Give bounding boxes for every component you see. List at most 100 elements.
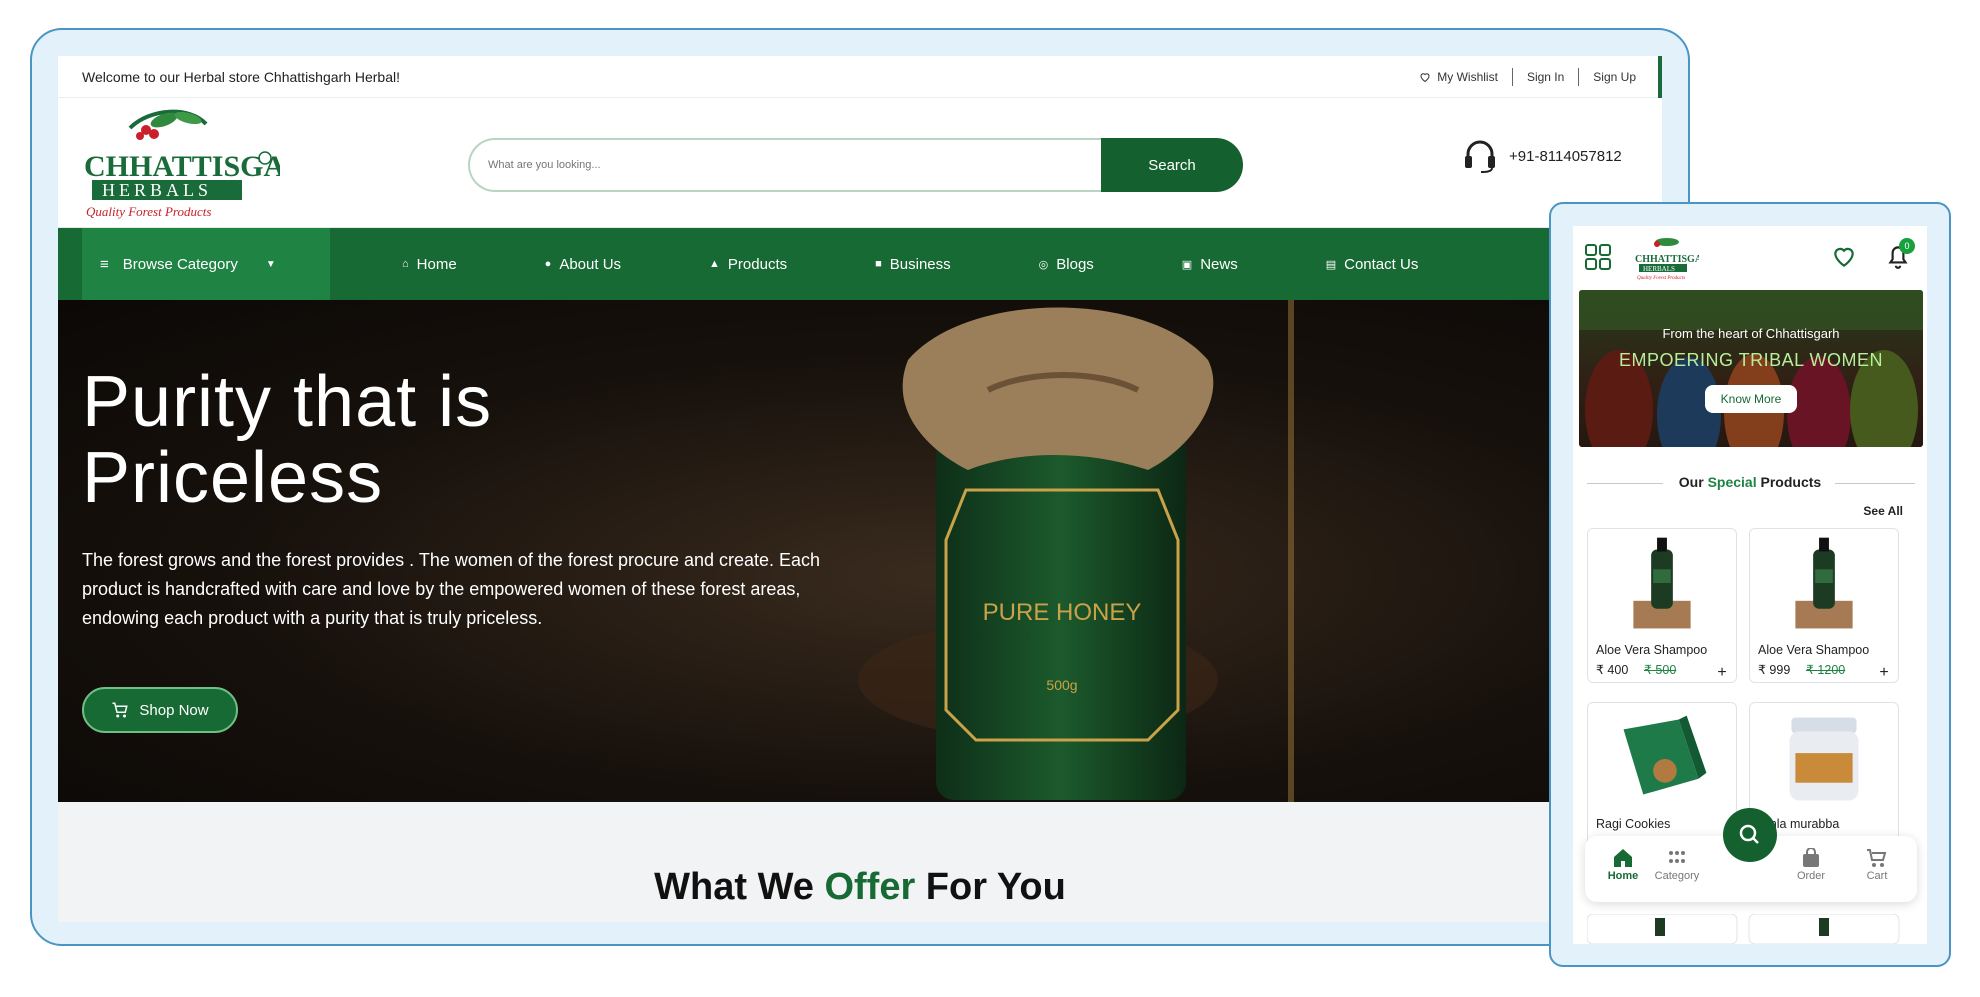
site-header: CHHATTISGARH HERBALS Quality Forest Prod… — [58, 98, 1662, 228]
products-icon: ▲ — [709, 258, 720, 270]
brand-logo[interactable]: CHHATTISGARH HERBALS Quality Forest Prod… — [80, 106, 330, 222]
account-links: My Wishlist Sign In Sign Up — [1419, 68, 1636, 86]
nav-item-contact[interactable]: ▤ Contact Us — [1282, 256, 1463, 273]
heart-icon — [1420, 73, 1430, 83]
top-bar: Welcome to our Herbal store Chhattishgar… — [58, 56, 1662, 128]
amla-murabba-image — [1789, 717, 1859, 801]
tab-label: Order — [1796, 870, 1826, 882]
nav-item-products[interactable]: ▲ Products — [665, 256, 831, 273]
banner-title: EMPOERING TRIBAL WOMEN — [1618, 350, 1884, 370]
see-all-link[interactable]: See All — [1863, 504, 1903, 518]
wishlist-icon[interactable] — [1831, 244, 1857, 270]
bag-icon — [1803, 848, 1819, 867]
nav-item-home[interactable]: ⌂ Home — [358, 256, 501, 273]
nav-label: Business — [889, 255, 951, 273]
special-highlight: Special — [1707, 474, 1757, 490]
product-price: ₹ 999 — [1758, 663, 1791, 677]
wishlist-label: My Wishlist — [1437, 70, 1498, 84]
product-card[interactable]: Ragi Cookies — [1587, 702, 1737, 852]
search-button[interactable]: Search — [1101, 138, 1243, 192]
wishlist-link[interactable]: My Wishlist — [1419, 70, 1498, 84]
cart-icon — [1867, 849, 1887, 867]
headset-icon — [1465, 140, 1495, 173]
mobile-app: CHHATTISGARH HERBALS Quality Forest Prod… — [1573, 226, 1927, 944]
more-products-peek — [1587, 914, 1900, 944]
notification-button[interactable]: 0 — [1885, 238, 1915, 270]
nav-item-about[interactable]: ● About Us — [501, 256, 665, 273]
product-price: ₹ 400 — [1596, 663, 1629, 677]
nav-menu: ⌂ Home ● About Us ▲ Products ■ Business ◎ Blo… — [358, 256, 1462, 273]
browse-category-button[interactable]: ≡ Browse Category ▼ — [82, 228, 330, 300]
hero-title-line2: Priceless — [82, 438, 384, 518]
know-more-button[interactable]: Know More — [1705, 385, 1797, 413]
mobile-hero-banner: From the heart of Chhattisgarh EMPOERING… — [1579, 290, 1923, 447]
divider — [1578, 68, 1580, 86]
menu-icon: ≡ — [100, 255, 109, 273]
nav-item-blogs[interactable]: ◎ Blogs — [995, 256, 1138, 273]
tab-label: Home — [1607, 870, 1639, 882]
nav-label: Blogs — [1056, 255, 1094, 273]
business-icon: ■ — [875, 258, 882, 270]
nav-label: About Us — [559, 255, 622, 273]
blog-icon: ◎ — [1038, 258, 1049, 271]
logo-line1: CHHATTISGARH — [84, 150, 280, 183]
offer-pre: What We — [654, 866, 825, 908]
search-input[interactable] — [468, 138, 1101, 192]
shop-now-button[interactable]: Shop Now — [82, 687, 238, 733]
mobile-logo-tagline: Quality Forest Products — [1637, 276, 1685, 280]
contact-icon: ▤ — [1325, 258, 1337, 271]
tab-order[interactable]: Order — [1781, 848, 1841, 882]
nav-label: Products — [727, 255, 788, 273]
tab-cart[interactable]: Cart — [1847, 848, 1907, 882]
special-products-heading: Our Special Products — [1573, 474, 1927, 490]
divider — [1835, 483, 1915, 484]
mobile-logo-line2: HERBALS — [1643, 265, 1675, 273]
offer-section: What We Offer For You — [58, 802, 1662, 922]
offer-highlight: Offer — [824, 866, 916, 908]
info-icon: ● — [544, 258, 552, 270]
tab-home[interactable]: Home — [1593, 848, 1653, 882]
mobile-brand-logo[interactable]: CHHATTISGARH HERBALS Quality Forest Prod… — [1633, 234, 1699, 280]
nav-label: Home — [416, 255, 457, 273]
tab-label: Category — [1654, 870, 1700, 882]
ragi-cookies-image — [1623, 715, 1707, 795]
hero-description: The forest grows and the forest provides… — [82, 550, 821, 628]
cart-icon — [112, 702, 129, 718]
jar-weight: 500g — [1046, 677, 1077, 693]
offer-post: For You — [915, 866, 1066, 908]
shampoo-image — [1633, 537, 1691, 629]
grid-menu-icon[interactable] — [1585, 244, 1611, 270]
phone-contact[interactable]: +91-8114057812 — [1463, 138, 1622, 174]
product-name: Aloe Vera Shampoo — [1758, 643, 1870, 657]
product-name: Aloe Vera Shampoo — [1596, 643, 1708, 657]
news-icon: ▣ — [1181, 258, 1193, 271]
special-post: Products — [1756, 474, 1822, 490]
add-to-cart-plus-icon[interactable]: + — [1712, 663, 1732, 682]
shampoo-image — [1795, 537, 1853, 629]
tab-category[interactable]: Category — [1647, 848, 1707, 882]
nav-item-business[interactable]: ■ Business — [831, 256, 995, 273]
search-fab-button[interactable] — [1723, 808, 1777, 862]
home-icon: ⌂ — [402, 258, 409, 270]
signin-link[interactable]: Sign In — [1527, 70, 1564, 84]
signup-link[interactable]: Sign Up — [1593, 70, 1636, 84]
home-icon — [1614, 849, 1632, 867]
search-bar: Search — [468, 138, 1243, 192]
phone-number: +91-8114057812 — [1509, 147, 1622, 165]
mobile-preview-frame: CHHATTISGARH HERBALS Quality Forest Prod… — [1549, 202, 1951, 967]
product-old-price: ₹ 1200 — [1806, 663, 1846, 677]
honey-jar-image: PURE HONEY 500g — [858, 300, 1294, 802]
nav-label: News — [1200, 255, 1238, 273]
banner-subtitle: From the heart of Chhattisgarh — [1662, 326, 1840, 341]
product-card[interactable]: Aloe Vera Shampoo ₹ 400 ₹ 500 + — [1587, 528, 1737, 683]
shop-now-label: Shop Now — [139, 701, 209, 719]
tab-label: Cart — [1866, 870, 1888, 882]
search-icon — [1739, 824, 1759, 844]
nav-item-news[interactable]: ▣ News — [1138, 256, 1282, 273]
jar-label: PURE HONEY — [983, 599, 1142, 626]
add-to-cart-plus-icon[interactable]: + — [1874, 663, 1894, 682]
mobile-logo-line1: CHHATTISGARH — [1635, 254, 1699, 265]
product-card[interactable]: Aloe Vera Shampoo ₹ 999 ₹ 1200 + — [1749, 528, 1899, 683]
welcome-text: Welcome to our Herbal store Chhattishgar… — [82, 69, 401, 85]
mobile-header: CHHATTISGARH HERBALS Quality Forest Prod… — [1573, 226, 1927, 288]
